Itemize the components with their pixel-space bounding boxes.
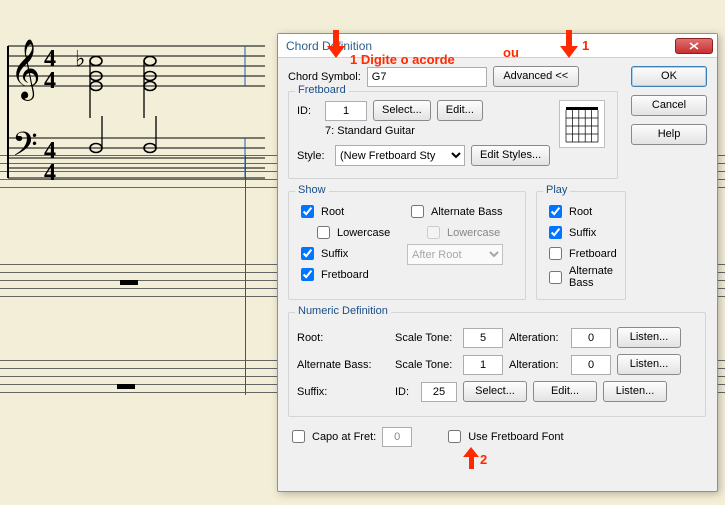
altbass-scaletone-input[interactable] bbox=[463, 355, 503, 375]
treble-clef-icon: 𝄞 bbox=[10, 39, 41, 101]
chord-symbol-input[interactable] bbox=[367, 67, 487, 87]
fretboard-edit-button[interactable]: Edit... bbox=[437, 100, 483, 121]
suffix-select-button[interactable]: Select... bbox=[463, 381, 527, 402]
altbass-label: Alternate Bass: bbox=[297, 359, 389, 371]
play-group: Play Root Suffix Fretboard Alternate Bas… bbox=[536, 191, 626, 300]
rest bbox=[120, 280, 138, 285]
rest bbox=[117, 384, 135, 389]
suffix-id-input[interactable] bbox=[421, 382, 457, 402]
fretboard-group: Fretboard ID: Select... Edit... 7: Stand… bbox=[288, 91, 618, 179]
altbass-alteration-input[interactable] bbox=[571, 355, 611, 375]
capo-value-input bbox=[382, 427, 412, 447]
cancel-button[interactable]: Cancel bbox=[631, 95, 707, 116]
show-root-checkbox[interactable]: Root bbox=[297, 202, 397, 221]
alteration-label-2: Alteration: bbox=[509, 359, 565, 371]
alteration-label: Alteration: bbox=[509, 332, 565, 344]
fretboard-id-input[interactable] bbox=[325, 101, 367, 121]
show-group: Show Root Lowercase Suffix Fretboard Alt… bbox=[288, 191, 526, 300]
show-altbass-checkbox[interactable]: Alternate Bass bbox=[407, 202, 517, 221]
fretboard-diagram bbox=[559, 100, 605, 148]
suffix-listen-button[interactable]: Listen... bbox=[603, 381, 667, 402]
suffix-edit-button[interactable]: Edit... bbox=[533, 381, 597, 402]
suffix-label: Suffix: bbox=[297, 386, 389, 398]
fretboard-legend: Fretboard bbox=[295, 84, 349, 96]
root-scaletone-input[interactable] bbox=[463, 328, 503, 348]
numeric-legend: Numeric Definition bbox=[295, 305, 391, 317]
ok-button[interactable]: OK bbox=[631, 66, 707, 87]
show-lowercase2-checkbox: Lowercase bbox=[423, 223, 517, 242]
root-listen-button[interactable]: Listen... bbox=[617, 327, 681, 348]
show-suffix-checkbox[interactable]: Suffix bbox=[297, 244, 397, 263]
use-fretboard-font-checkbox[interactable]: Use Fretboard Font bbox=[444, 427, 563, 446]
close-button[interactable] bbox=[675, 38, 713, 54]
root-label: Root: bbox=[297, 332, 389, 344]
fretboard-style-select[interactable]: (New Fretboard Sty bbox=[335, 145, 465, 166]
scale-tone-label-2: Scale Tone: bbox=[395, 359, 457, 371]
edit-styles-button[interactable]: Edit Styles... bbox=[471, 145, 550, 166]
bass-clef-icon: 𝄢 bbox=[12, 126, 38, 171]
fretboard-id-label: ID: bbox=[297, 105, 319, 117]
play-suffix-checkbox[interactable]: Suffix bbox=[545, 223, 617, 242]
play-root-checkbox[interactable]: Root bbox=[545, 202, 617, 221]
dialog-title: Chord Definition bbox=[286, 39, 675, 53]
chord-symbol-label: Chord Symbol: bbox=[288, 71, 361, 83]
svg-text:4: 4 bbox=[44, 68, 56, 94]
fretboard-select-button[interactable]: Select... bbox=[373, 100, 431, 121]
fretboard-instrument-text: 7: Standard Guitar bbox=[325, 125, 415, 137]
show-legend: Show bbox=[295, 184, 329, 196]
show-lowercase-checkbox[interactable]: Lowercase bbox=[313, 223, 397, 242]
chord-definition-dialog: Chord Definition OK Cancel Help Chord Sy… bbox=[277, 33, 718, 492]
svg-text:♭: ♭ bbox=[75, 46, 85, 71]
svg-text:4: 4 bbox=[44, 160, 56, 186]
suffix-id-label: ID: bbox=[395, 386, 415, 398]
play-legend: Play bbox=[543, 184, 570, 196]
help-button[interactable]: Help bbox=[631, 124, 707, 145]
close-icon bbox=[689, 42, 699, 50]
dialog-titlebar: Chord Definition bbox=[278, 34, 717, 58]
music-score: 𝄞 𝄢 4 4 4 4 ♭ bbox=[0, 30, 270, 210]
capo-checkbox[interactable]: Capo at Fret: bbox=[288, 427, 376, 446]
numeric-definition-group: Numeric Definition Root: Scale Tone: Alt… bbox=[288, 312, 706, 417]
scale-tone-label: Scale Tone: bbox=[395, 332, 457, 344]
advanced-button[interactable]: Advanced << bbox=[493, 66, 579, 87]
fretboard-style-label: Style: bbox=[297, 150, 329, 162]
play-altbass-checkbox[interactable]: Alternate Bass bbox=[545, 265, 617, 289]
play-fretboard-checkbox[interactable]: Fretboard bbox=[545, 244, 617, 263]
show-position-select: After Root bbox=[407, 244, 503, 265]
show-fretboard-checkbox[interactable]: Fretboard bbox=[297, 265, 397, 284]
altbass-listen-button[interactable]: Listen... bbox=[617, 354, 681, 375]
root-alteration-input[interactable] bbox=[571, 328, 611, 348]
